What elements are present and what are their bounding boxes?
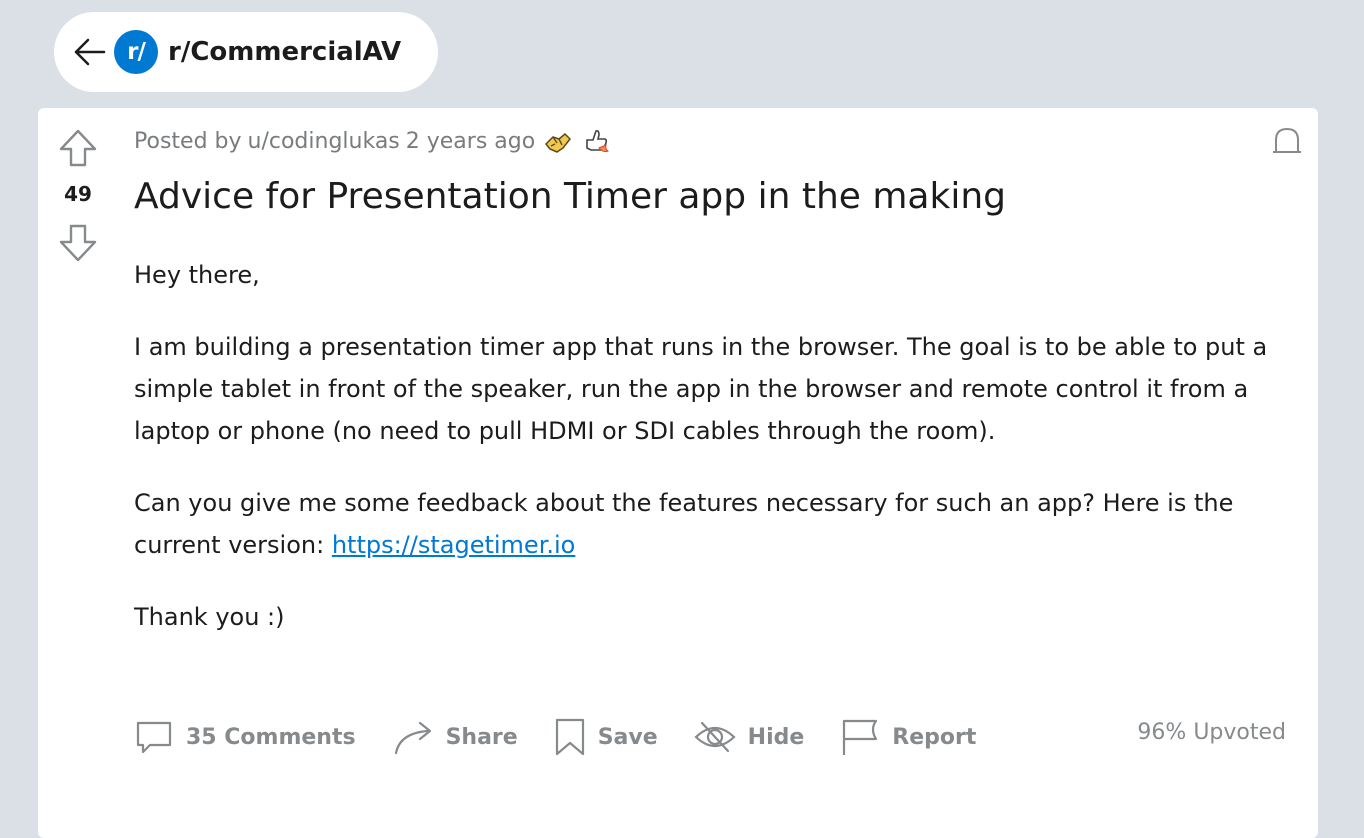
eye-slash-icon — [694, 721, 736, 753]
save-button[interactable]: Save — [554, 717, 658, 757]
upvote-arrow-icon[interactable] — [58, 128, 98, 168]
post-time: 2 years ago — [405, 128, 536, 154]
save-label: Save — [597, 724, 658, 750]
report-button[interactable]: Report — [840, 717, 976, 757]
share-button[interactable]: Share — [392, 717, 518, 757]
post-meta: Posted by u/codinglukas 2 years ago — [134, 126, 611, 156]
posted-by-label: Posted by — [134, 128, 242, 154]
hide-button[interactable]: Hide — [694, 717, 805, 757]
subreddit-header: r/ r/CommercialAV — [54, 12, 438, 92]
body-paragraph: Thank you :) — [134, 603, 285, 631]
body-paragraph: I am building a presentation timer app t… — [134, 333, 1268, 445]
back-arrow-icon[interactable] — [72, 34, 108, 70]
post-actions: 35 Comments Share Save Hide Report — [134, 708, 1294, 766]
downvote-arrow-icon[interactable] — [58, 223, 98, 263]
comment-bubble-icon — [136, 721, 172, 754]
comments-button[interactable]: 35 Comments — [134, 717, 356, 757]
thumbs-up-rocket-award-icon[interactable] — [581, 126, 611, 156]
share-arrow-icon — [394, 721, 431, 755]
report-label: Report — [892, 724, 977, 750]
gold-handshake-award-icon[interactable] — [543, 126, 573, 156]
vote-score: 49 — [64, 182, 92, 206]
post-card: 49 Posted by u/codinglukas 2 years ago A… — [38, 108, 1318, 838]
subreddit-icon[interactable]: r/ — [114, 30, 158, 74]
hide-label: Hide — [747, 724, 805, 750]
post-title[interactable]: Advice for Presentation Timer app in the… — [134, 174, 1278, 220]
body-paragraph: Can you give me some feedback about the … — [134, 482, 1284, 566]
post-body: Hey there, I am building a presentation … — [134, 254, 1284, 668]
upvote-ratio: 96% Upvoted — [1137, 720, 1286, 745]
stagetimer-link[interactable]: https://stagetimer.io — [332, 531, 576, 559]
flag-icon — [843, 719, 878, 755]
body-text: Can you give me some feedback about the … — [134, 489, 1234, 559]
author-link[interactable]: u/codinglukas — [248, 129, 400, 154]
body-paragraph: Hey there, — [134, 261, 260, 289]
bookmark-icon — [555, 718, 584, 756]
subreddit-name[interactable]: r/CommercialAV — [168, 37, 401, 67]
share-label: Share — [445, 724, 518, 750]
comments-label: 35 Comments — [186, 724, 356, 750]
notification-bell-icon[interactable] — [1270, 124, 1304, 158]
